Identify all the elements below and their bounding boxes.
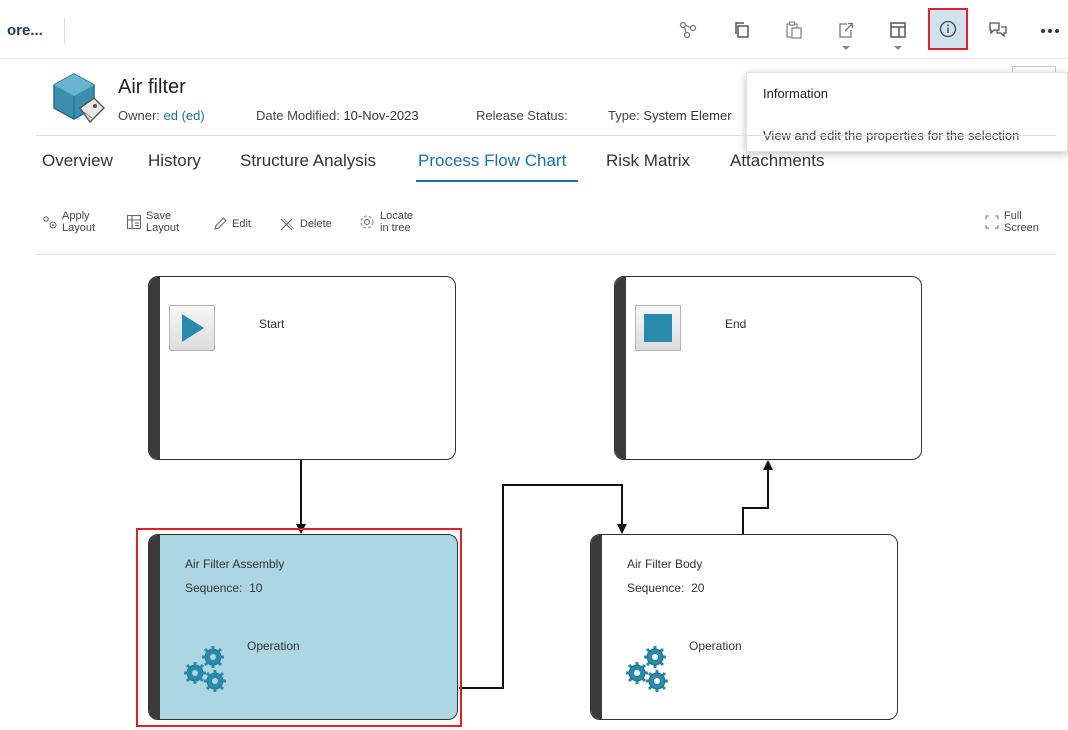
play-icon — [169, 305, 215, 351]
air-filter-body-node[interactable]: Air Filter Body Sequence: 20 Operation — [590, 534, 898, 720]
start-node[interactable]: Start — [148, 276, 456, 460]
start-node-label: Start — [259, 317, 285, 331]
body-sequence: Sequence: 20 — [627, 581, 704, 595]
end-node-label: End — [725, 317, 747, 331]
node-left-bar — [615, 277, 626, 459]
stop-icon — [635, 305, 681, 351]
end-node[interactable]: End — [614, 276, 922, 460]
body-sequence-value: 20 — [691, 581, 705, 595]
selection-highlight — [136, 528, 462, 727]
node-left-bar — [149, 277, 160, 459]
connector-body-arrowhead — [617, 524, 627, 534]
body-operation-label: Operation — [689, 639, 742, 653]
node-left-bar — [591, 535, 602, 719]
body-sequence-label: Sequence: — [627, 581, 685, 595]
connector-body-to-end — [742, 464, 769, 534]
body-node-name: Air Filter Body — [627, 557, 703, 571]
gears-icon — [626, 646, 668, 692]
connector-end-arrowhead — [763, 460, 773, 470]
